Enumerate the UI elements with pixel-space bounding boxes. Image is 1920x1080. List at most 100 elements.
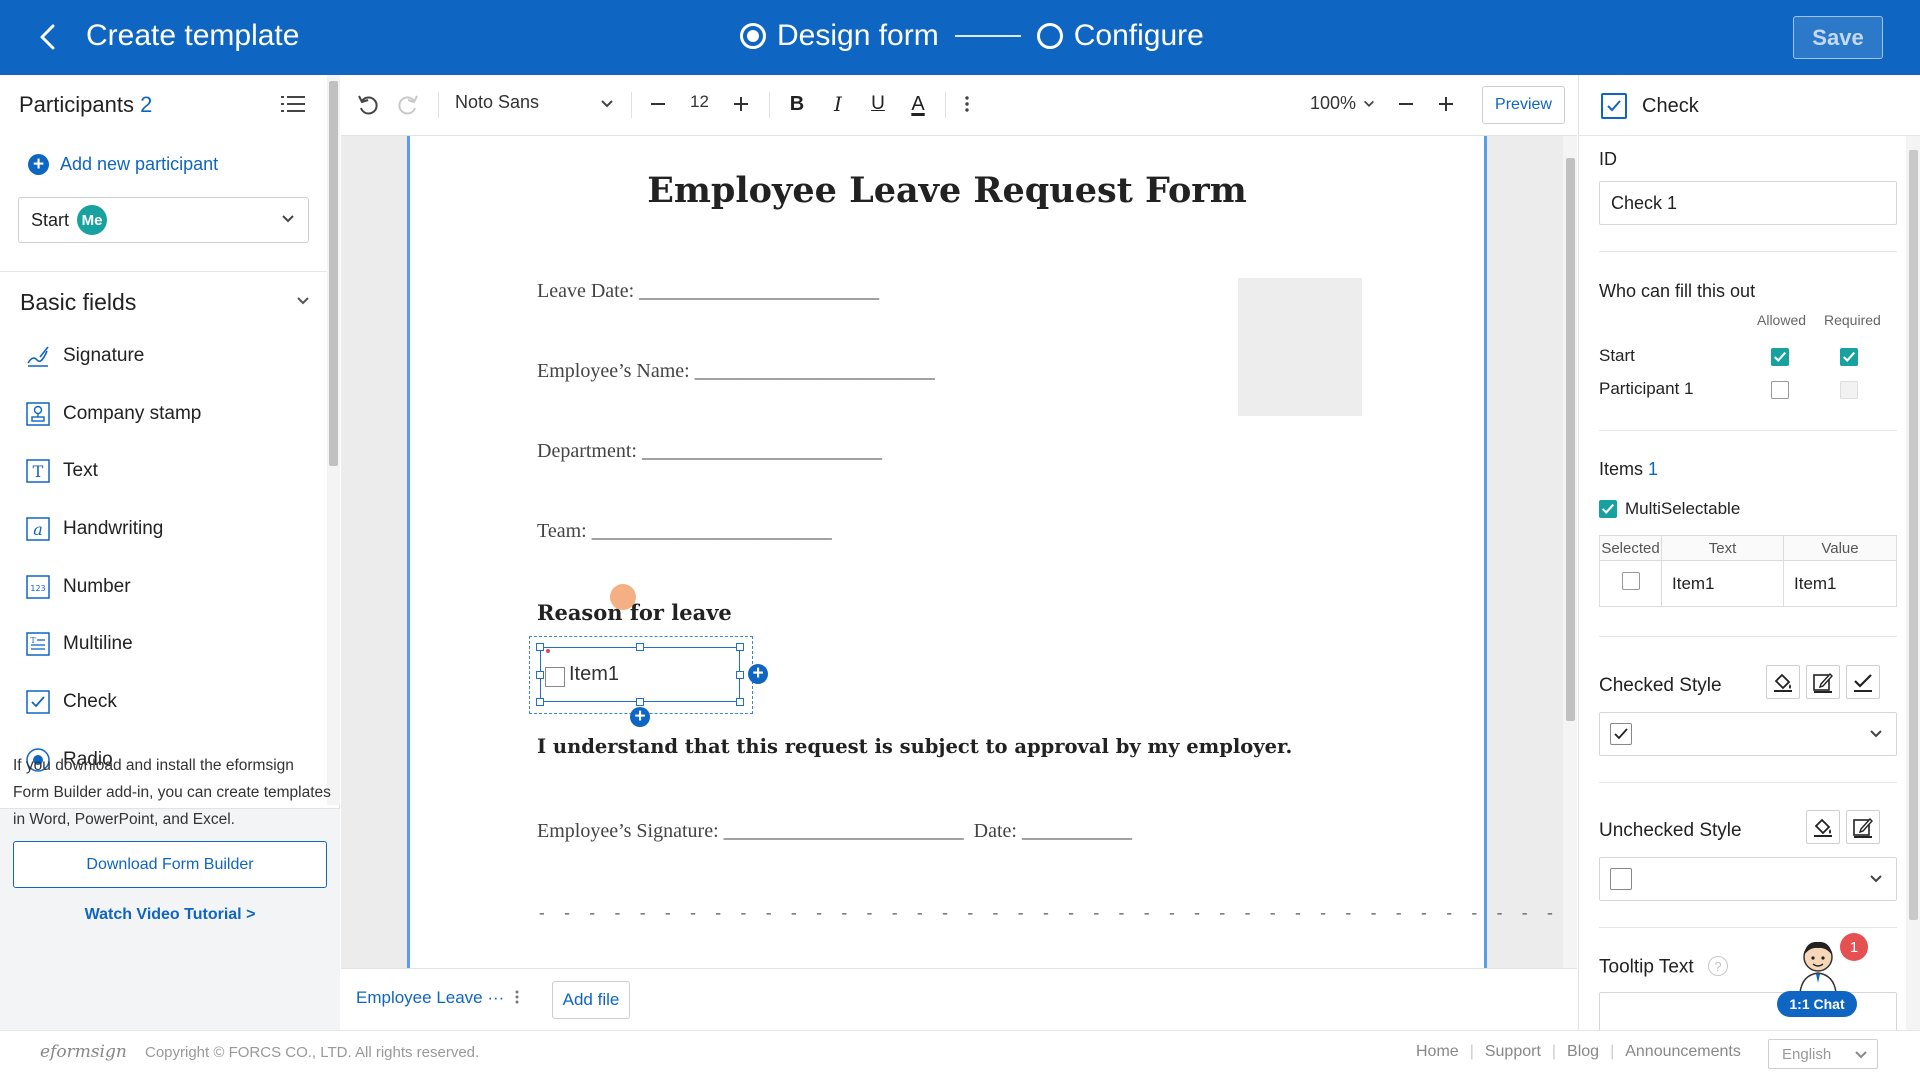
add-file-button[interactable]: Add file — [552, 981, 630, 1019]
section-divider — [1599, 251, 1897, 252]
help-icon[interactable]: ? — [1707, 956, 1728, 976]
multiselectable-option[interactable]: MultiSelectable — [1599, 499, 1740, 519]
add-item-right-icon[interactable]: + — [748, 664, 768, 684]
unchecked-style-select[interactable] — [1599, 857, 1897, 901]
chat-widget[interactable]: 1:1 Chat 1 — [1777, 933, 1883, 1019]
more-vertical-icon[interactable] — [510, 984, 524, 1010]
photo-placeholder[interactable] — [1238, 278, 1362, 416]
check-type-icon — [1601, 93, 1627, 119]
id-input[interactable]: Check 1 — [1599, 181, 1897, 225]
fill-color-icon[interactable] — [1806, 810, 1840, 844]
allowed-checkbox-start[interactable] — [1771, 348, 1789, 366]
item-text-cell[interactable]: Item1 — [1661, 560, 1784, 607]
zoom-in-button[interactable] — [1431, 89, 1461, 119]
back-arrow-icon[interactable] — [34, 22, 64, 52]
resize-handle[interactable] — [736, 671, 744, 679]
resize-handle[interactable] — [736, 698, 744, 706]
footer: eformsign Copyright © FORCS CO., LTD. Al… — [0, 1030, 1920, 1080]
checkmark-style-icon[interactable] — [1846, 665, 1880, 699]
multiselectable-checkbox[interactable] — [1599, 500, 1617, 518]
add-participant-link[interactable]: + Add new participant — [28, 154, 218, 175]
more-options-button[interactable] — [955, 89, 979, 119]
field-multiline[interactable]: T Multiline — [25, 615, 201, 673]
resize-handle[interactable] — [736, 643, 744, 651]
redo-icon — [398, 95, 418, 115]
resize-handle[interactable] — [536, 643, 544, 651]
team-line: Team: ________________________ — [537, 520, 832, 542]
font-size-value[interactable]: 12 — [690, 92, 709, 112]
bold-button[interactable]: B — [782, 89, 812, 119]
font-family-select[interactable]: Noto Sans — [455, 92, 615, 113]
left-scrollbar-thumb[interactable] — [329, 81, 338, 466]
add-item-below-icon[interactable]: + — [630, 707, 650, 727]
checked-style-select[interactable] — [1599, 712, 1897, 756]
border-edit-icon[interactable] — [1806, 665, 1840, 699]
item-selected-checkbox[interactable] — [1621, 572, 1640, 590]
footer-link-home[interactable]: Home — [1416, 1043, 1459, 1061]
list-view-icon[interactable] — [281, 94, 305, 114]
field-number[interactable]: 123 Number — [25, 558, 201, 616]
field-company-stamp[interactable]: Company stamp — [25, 385, 201, 443]
document-tab[interactable]: Employee Leave ··· — [356, 988, 504, 1008]
field-check[interactable]: Check — [25, 673, 201, 731]
field-text[interactable]: T Text — [25, 442, 201, 500]
step-connector — [954, 35, 1021, 37]
field-signature[interactable]: Signature — [25, 327, 201, 385]
basic-fields-heading[interactable]: Basic fields — [20, 289, 136, 316]
table-row: Item1 Item1 — [1599, 560, 1897, 607]
language-value: English — [1782, 1045, 1832, 1063]
decrease-font-button[interactable] — [643, 89, 673, 119]
canvas-scrollbar-thumb[interactable] — [1566, 158, 1575, 721]
minus-icon — [1399, 103, 1413, 105]
check-field[interactable]: Item1 — [540, 647, 740, 702]
font-color-button[interactable]: A — [903, 89, 933, 119]
document-page[interactable]: Employee Leave Request Form Leave Date: … — [407, 136, 1577, 968]
zoom-select[interactable]: 100% — [1310, 93, 1376, 114]
selected-cell[interactable] — [1599, 560, 1662, 607]
link-separator: | — [1551, 1043, 1557, 1060]
right-scrollbar-thumb[interactable] — [1909, 150, 1918, 920]
watch-video-link[interactable]: Watch Video Tutorial > — [0, 906, 340, 924]
underline-button[interactable]: U — [863, 89, 893, 119]
mouse-cursor-indicator — [610, 584, 636, 610]
download-form-builder-button[interactable]: Download Form Builder — [13, 841, 327, 888]
chat-button[interactable]: 1:1 Chat — [1777, 991, 1857, 1017]
field-label: Check — [63, 690, 117, 712]
resize-handle[interactable] — [536, 698, 544, 706]
check-field-selection[interactable]: Item1 + + — [529, 636, 768, 727]
footer-logo: eformsign — [40, 1042, 127, 1062]
fill-color-icon[interactable] — [1766, 665, 1800, 699]
save-button[interactable]: Save — [1793, 16, 1883, 59]
add-circle-icon: + — [28, 154, 49, 175]
footer-link-announcements[interactable]: Announcements — [1625, 1043, 1741, 1061]
italic-button[interactable]: I — [823, 89, 853, 119]
redo-button[interactable] — [393, 89, 423, 119]
participants-title: Participants — [19, 92, 134, 117]
svg-text:123: 123 — [30, 584, 45, 593]
step-label: Configure — [1073, 19, 1204, 52]
preview-button[interactable]: Preview — [1482, 86, 1565, 124]
permission-row-name: Participant 1 — [1599, 379, 1694, 398]
chevron-down-icon — [1364, 100, 1375, 107]
allowed-checkbox-participant1[interactable] — [1771, 381, 1789, 399]
field-handwriting[interactable]: a Handwriting — [25, 500, 201, 558]
zoom-out-button[interactable] — [1391, 89, 1421, 119]
resize-handle[interactable] — [536, 671, 544, 679]
undo-button[interactable] — [353, 89, 383, 119]
chevron-down-icon[interactable] — [295, 293, 311, 309]
language-select[interactable]: English — [1768, 1039, 1878, 1069]
footer-link-support[interactable]: Support — [1485, 1043, 1541, 1061]
resize-handle[interactable] — [636, 698, 644, 706]
resize-handle[interactable] — [636, 643, 644, 651]
step-design-form[interactable]: Design form — [740, 19, 939, 53]
svg-text:a: a — [33, 520, 43, 539]
required-checkbox-start[interactable] — [1840, 348, 1858, 366]
section-divider — [1599, 782, 1897, 783]
item-value-cell[interactable]: Item1 — [1783, 560, 1897, 607]
step-configure[interactable]: Configure — [1036, 19, 1204, 53]
increase-font-button[interactable] — [726, 89, 756, 119]
section-divider — [1599, 430, 1897, 431]
footer-link-blog[interactable]: Blog — [1567, 1043, 1599, 1061]
border-edit-icon[interactable] — [1846, 810, 1880, 844]
participant-select[interactable]: Start Me — [18, 197, 309, 243]
